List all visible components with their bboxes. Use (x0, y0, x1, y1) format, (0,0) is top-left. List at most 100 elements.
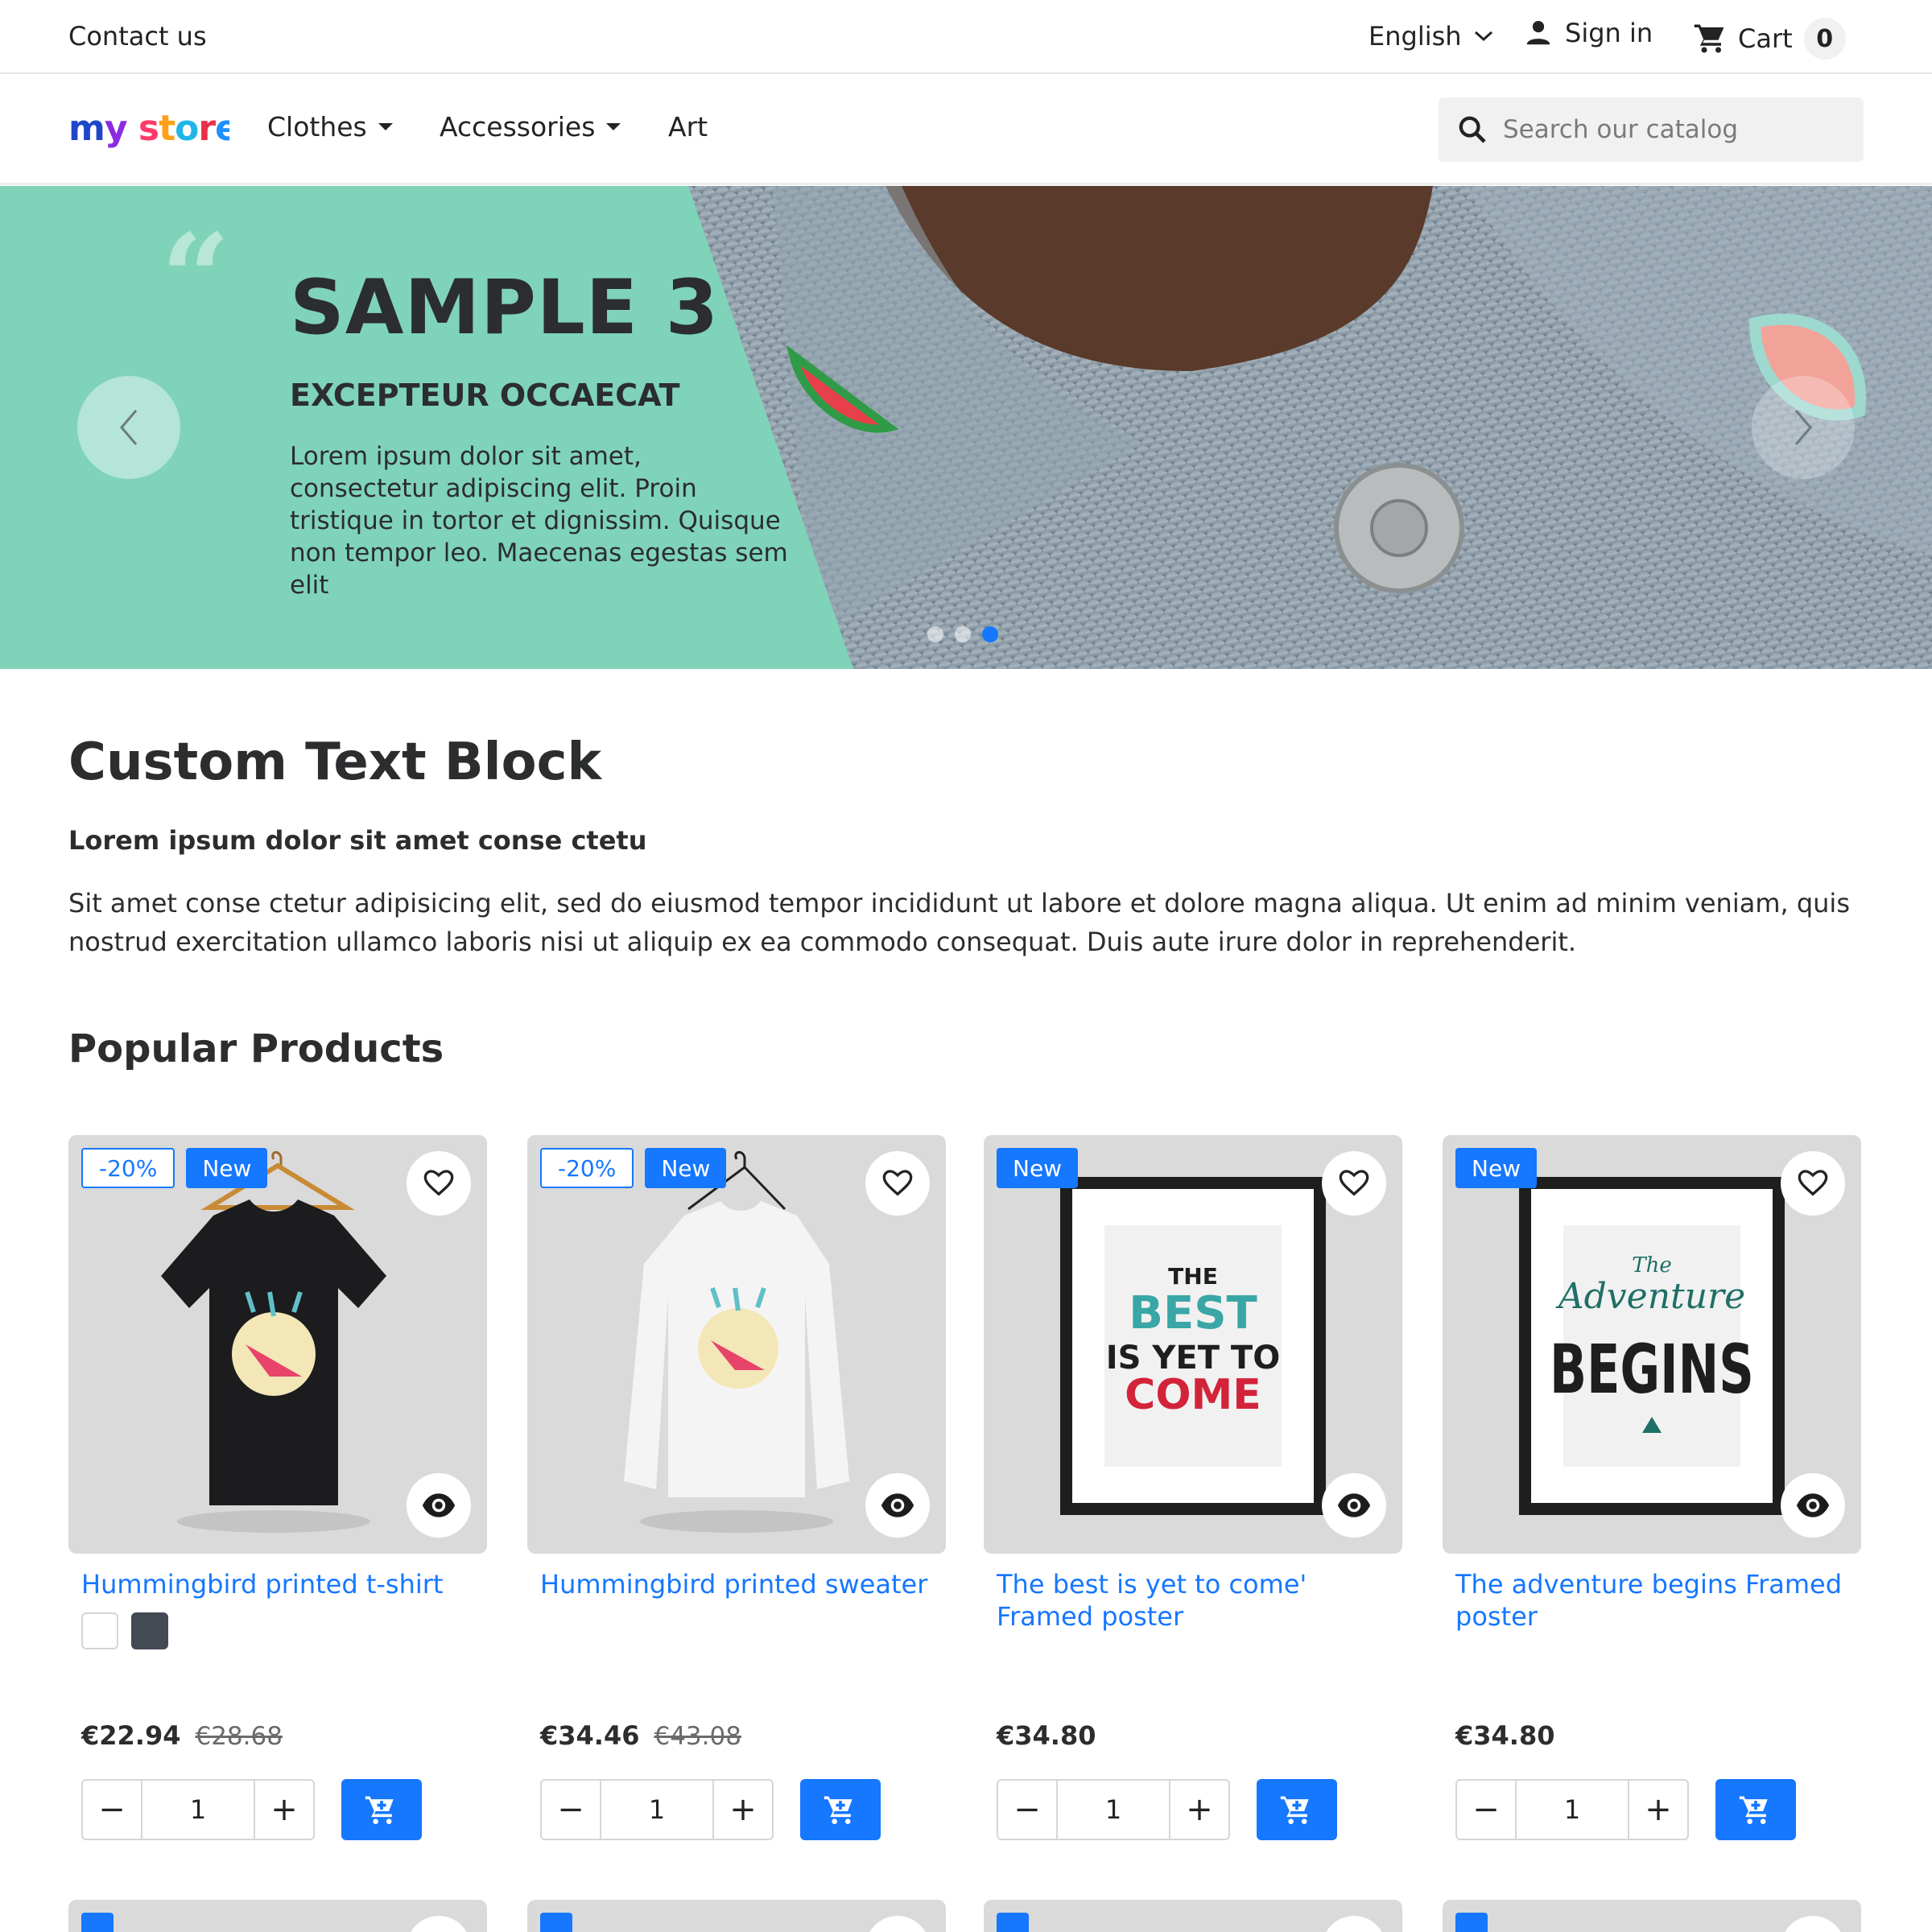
slider-prev-button[interactable] (77, 376, 180, 479)
add-to-cart-icon (365, 1796, 394, 1824)
product-card-partial[interactable] (1443, 1900, 1861, 1932)
product-card: -20% New Hummingbird printed t-shirt €22… (68, 1135, 487, 1840)
svg-text:The: The (1632, 1253, 1671, 1278)
wishlist-button[interactable] (1781, 1151, 1845, 1216)
nav-clothes[interactable]: Clothes (267, 111, 393, 142)
quick-view-button[interactable] (407, 1473, 471, 1538)
product-flags: New (997, 1148, 1079, 1188)
product-price: €34.46 €43.08 (540, 1720, 741, 1751)
quantity-stepper: − 1 + (540, 1779, 774, 1840)
decrease-button[interactable]: − (542, 1781, 600, 1839)
store-logo[interactable]: my store (68, 105, 239, 163)
user-icon (1526, 20, 1550, 45)
product-name[interactable]: The best is yet to come' Framed poster (997, 1568, 1389, 1633)
decrease-button[interactable]: − (1457, 1781, 1515, 1839)
new-badge: New (645, 1148, 727, 1188)
product-image[interactable]: -20% New (527, 1135, 946, 1554)
add-to-cart-button[interactable] (1257, 1779, 1337, 1840)
product-price: €34.80 (1455, 1720, 1554, 1751)
increase-button[interactable]: + (255, 1781, 313, 1839)
product-name[interactable]: Hummingbird printed sweater (540, 1568, 933, 1633)
nav-art[interactable]: Art (668, 111, 708, 142)
slider-next-button[interactable] (1752, 376, 1855, 479)
wishlist-button[interactable] (1322, 1916, 1386, 1932)
new-badge (81, 1913, 114, 1932)
logo-image: my store (68, 108, 239, 149)
product-name[interactable]: The adventure begins Framed poster (1455, 1568, 1848, 1633)
increase-button[interactable]: + (714, 1781, 772, 1839)
slider-dot[interactable] (927, 626, 943, 642)
heart-icon (1798, 1170, 1828, 1196)
caret-down-icon (378, 123, 393, 130)
current-price: €22.94 (81, 1720, 181, 1751)
slider-dot-active[interactable] (982, 626, 998, 642)
wishlist-button[interactable] (407, 1151, 471, 1216)
quantity-stepper: − 1 + (997, 1779, 1230, 1840)
product-card-partial[interactable] (527, 1900, 946, 1932)
quantity-input[interactable]: 1 (141, 1781, 255, 1839)
quick-view-button[interactable] (865, 1473, 930, 1538)
product-flags: New (1455, 1148, 1538, 1188)
quantity-input[interactable]: 1 (1056, 1781, 1170, 1839)
decrease-button[interactable]: − (83, 1781, 141, 1839)
new-badge: New (186, 1148, 268, 1188)
top-bar: Contact us English Sign in Cart 0 (0, 0, 1932, 74)
custom-text-title: Custom Text Block (68, 733, 602, 792)
increase-button[interactable]: + (1629, 1781, 1687, 1839)
add-to-cart-button[interactable] (800, 1779, 881, 1840)
heart-icon (423, 1170, 454, 1196)
quote-mark-icon: “ (161, 208, 231, 349)
current-price: €34.46 (540, 1720, 640, 1751)
contact-link[interactable]: Contact us (68, 21, 207, 52)
old-price: €43.08 (654, 1722, 741, 1751)
sign-in-link[interactable]: Sign in (1523, 18, 1653, 48)
search-icon[interactable] (1456, 114, 1488, 146)
new-badge: New (1455, 1148, 1538, 1188)
heart-icon (882, 1170, 913, 1196)
add-to-cart-button[interactable] (1715, 1779, 1796, 1840)
cart-icon (1694, 24, 1724, 53)
add-to-cart-button[interactable] (341, 1779, 422, 1840)
search-input[interactable] (1503, 115, 1857, 144)
product-image[interactable]: The Adventure BEGINS New (1443, 1135, 1861, 1554)
product-card-partial[interactable] (984, 1900, 1402, 1932)
product-flags: -20% New (81, 1148, 268, 1188)
product-image[interactable]: -20% New (68, 1135, 487, 1554)
old-price: €28.68 (195, 1722, 283, 1751)
chevron-down-icon (1474, 31, 1492, 42)
decrease-button[interactable]: − (998, 1781, 1056, 1839)
new-badge: New (997, 1148, 1079, 1188)
caret-down-icon (606, 123, 621, 130)
new-badge (1455, 1913, 1488, 1932)
discount-badge: -20% (540, 1148, 634, 1188)
cart-link[interactable]: Cart 0 (1693, 18, 1846, 60)
quantity-input[interactable]: 1 (1515, 1781, 1629, 1839)
svg-text:THE: THE (1168, 1263, 1218, 1290)
add-to-cart-icon (1739, 1796, 1768, 1824)
quick-view-button[interactable] (1322, 1473, 1386, 1538)
wishlist-button[interactable] (865, 1151, 930, 1216)
new-badge (997, 1913, 1029, 1932)
wishlist-button[interactable] (1781, 1916, 1845, 1932)
quick-view-button[interactable] (1781, 1473, 1845, 1538)
product-card-partial[interactable] (68, 1900, 487, 1932)
cart-count-badge: 0 (1803, 18, 1846, 60)
eye-icon (881, 1493, 914, 1517)
swatch-white[interactable] (81, 1612, 118, 1649)
language-selector[interactable]: English (1368, 21, 1494, 52)
current-price: €34.80 (1455, 1720, 1555, 1751)
eye-icon (1796, 1493, 1830, 1517)
svg-text:Adventure: Adventure (1555, 1276, 1745, 1317)
wishlist-button[interactable] (865, 1916, 930, 1932)
slider-dot[interactable] (955, 626, 971, 642)
svg-text:my store: my store (68, 108, 229, 149)
chevron-right-icon (1794, 410, 1812, 445)
wishlist-button[interactable] (1322, 1151, 1386, 1216)
wishlist-button[interactable] (407, 1916, 471, 1932)
product-image[interactable]: THE BEST IS YET TO COME New (984, 1135, 1402, 1554)
quantity-input[interactable]: 1 (600, 1781, 714, 1839)
swatch-dark-grey[interactable] (131, 1612, 168, 1649)
language-label: English (1368, 21, 1462, 52)
increase-button[interactable]: + (1170, 1781, 1228, 1839)
nav-accessories[interactable]: Accessories (440, 111, 621, 142)
